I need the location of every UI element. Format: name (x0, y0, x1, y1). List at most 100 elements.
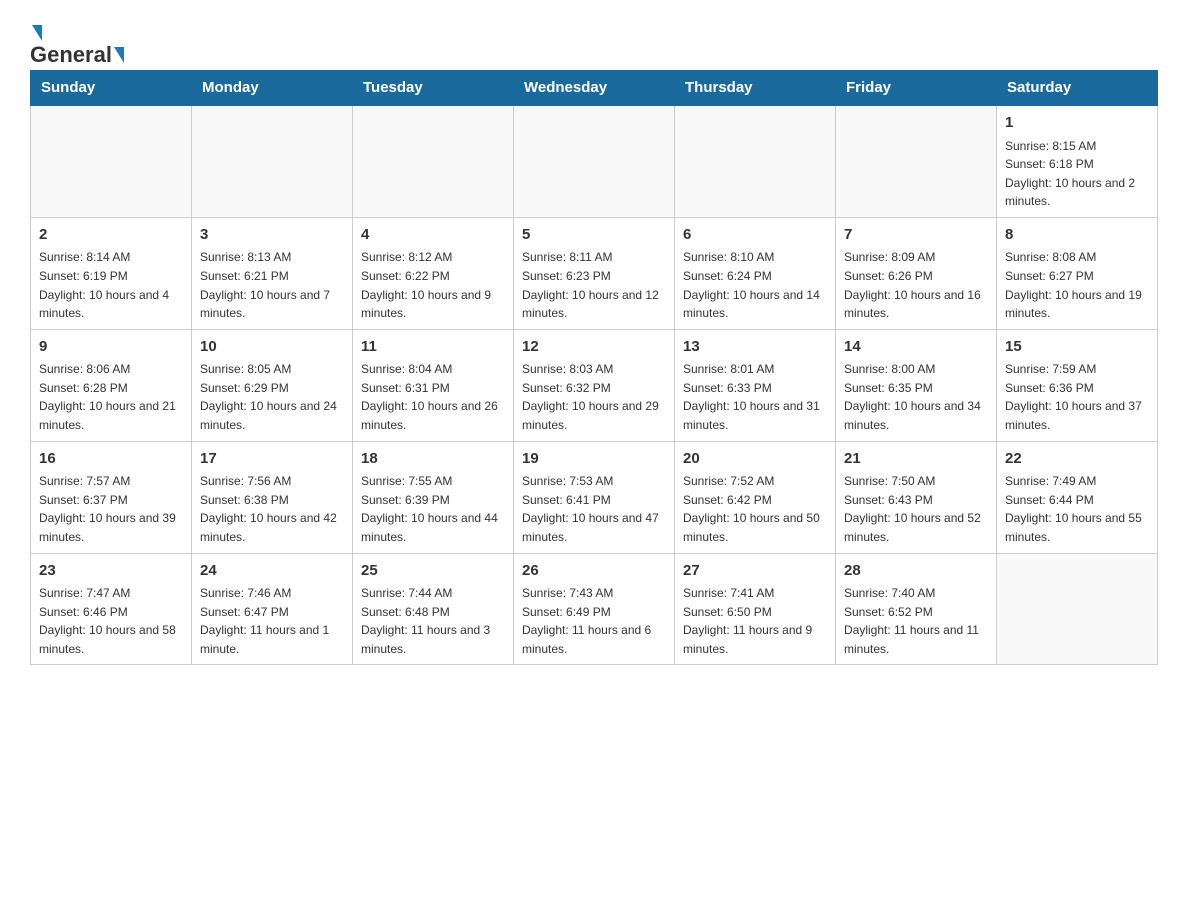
logo-general-bottom: General (30, 42, 112, 68)
day-number: 2 (39, 224, 183, 247)
logo: General (30, 20, 126, 60)
column-header-tuesday: Tuesday (353, 71, 514, 106)
day-info: Sunrise: 8:09 AMSunset: 6:26 PMDaylight:… (844, 248, 988, 322)
calendar-cell (675, 105, 836, 217)
day-number: 23 (39, 560, 183, 583)
day-number: 4 (361, 224, 505, 247)
calendar-cell: 18Sunrise: 7:55 AMSunset: 6:39 PMDayligh… (353, 441, 514, 553)
day-info: Sunrise: 8:01 AMSunset: 6:33 PMDaylight:… (683, 360, 827, 434)
calendar-cell: 11Sunrise: 8:04 AMSunset: 6:31 PMDayligh… (353, 329, 514, 441)
calendar-cell (514, 105, 675, 217)
day-number: 14 (844, 336, 988, 359)
calendar-cell: 21Sunrise: 7:50 AMSunset: 6:43 PMDayligh… (836, 441, 997, 553)
column-header-wednesday: Wednesday (514, 71, 675, 106)
day-number: 27 (683, 560, 827, 583)
day-number: 1 (1005, 112, 1149, 135)
day-number: 16 (39, 448, 183, 471)
day-info: Sunrise: 7:41 AMSunset: 6:50 PMDaylight:… (683, 584, 827, 658)
day-number: 12 (522, 336, 666, 359)
calendar-cell: 3Sunrise: 8:13 AMSunset: 6:21 PMDaylight… (192, 217, 353, 329)
calendar-cell (836, 105, 997, 217)
column-header-sunday: Sunday (31, 71, 192, 106)
day-number: 5 (522, 224, 666, 247)
calendar-header-row: SundayMondayTuesdayWednesdayThursdayFrid… (31, 71, 1158, 106)
calendar-cell: 10Sunrise: 8:05 AMSunset: 6:29 PMDayligh… (192, 329, 353, 441)
calendar-cell: 2Sunrise: 8:14 AMSunset: 6:19 PMDaylight… (31, 217, 192, 329)
day-number: 17 (200, 448, 344, 471)
day-number: 26 (522, 560, 666, 583)
calendar-cell: 22Sunrise: 7:49 AMSunset: 6:44 PMDayligh… (997, 441, 1158, 553)
calendar-cell (353, 105, 514, 217)
day-info: Sunrise: 7:57 AMSunset: 6:37 PMDaylight:… (39, 472, 183, 546)
column-header-thursday: Thursday (675, 71, 836, 106)
day-info: Sunrise: 7:59 AMSunset: 6:36 PMDaylight:… (1005, 360, 1149, 434)
calendar-cell (31, 105, 192, 217)
day-number: 15 (1005, 336, 1149, 359)
calendar-cell: 15Sunrise: 7:59 AMSunset: 6:36 PMDayligh… (997, 329, 1158, 441)
calendar-cell (997, 553, 1158, 665)
day-info: Sunrise: 8:00 AMSunset: 6:35 PMDaylight:… (844, 360, 988, 434)
day-info: Sunrise: 8:12 AMSunset: 6:22 PMDaylight:… (361, 248, 505, 322)
day-number: 3 (200, 224, 344, 247)
day-number: 13 (683, 336, 827, 359)
calendar-cell: 19Sunrise: 7:53 AMSunset: 6:41 PMDayligh… (514, 441, 675, 553)
day-info: Sunrise: 8:10 AMSunset: 6:24 PMDaylight:… (683, 248, 827, 322)
calendar-cell: 9Sunrise: 8:06 AMSunset: 6:28 PMDaylight… (31, 329, 192, 441)
calendar-cell: 14Sunrise: 8:00 AMSunset: 6:35 PMDayligh… (836, 329, 997, 441)
calendar-cell: 27Sunrise: 7:41 AMSunset: 6:50 PMDayligh… (675, 553, 836, 665)
calendar-cell: 16Sunrise: 7:57 AMSunset: 6:37 PMDayligh… (31, 441, 192, 553)
day-info: Sunrise: 7:55 AMSunset: 6:39 PMDaylight:… (361, 472, 505, 546)
column-header-saturday: Saturday (997, 71, 1158, 106)
day-info: Sunrise: 8:04 AMSunset: 6:31 PMDaylight:… (361, 360, 505, 434)
column-header-friday: Friday (836, 71, 997, 106)
calendar-week-1: 1Sunrise: 8:15 AMSunset: 6:18 PMDaylight… (31, 105, 1158, 217)
day-number: 6 (683, 224, 827, 247)
day-number: 8 (1005, 224, 1149, 247)
day-number: 25 (361, 560, 505, 583)
logo-triangle-icon (32, 25, 42, 41)
day-number: 10 (200, 336, 344, 359)
day-info: Sunrise: 7:52 AMSunset: 6:42 PMDaylight:… (683, 472, 827, 546)
calendar-week-5: 23Sunrise: 7:47 AMSunset: 6:46 PMDayligh… (31, 553, 1158, 665)
calendar-cell: 24Sunrise: 7:46 AMSunset: 6:47 PMDayligh… (192, 553, 353, 665)
day-info: Sunrise: 7:53 AMSunset: 6:41 PMDaylight:… (522, 472, 666, 546)
calendar-cell: 12Sunrise: 8:03 AMSunset: 6:32 PMDayligh… (514, 329, 675, 441)
day-info: Sunrise: 7:47 AMSunset: 6:46 PMDaylight:… (39, 584, 183, 658)
calendar-cell: 7Sunrise: 8:09 AMSunset: 6:26 PMDaylight… (836, 217, 997, 329)
calendar-cell: 1Sunrise: 8:15 AMSunset: 6:18 PMDaylight… (997, 105, 1158, 217)
day-number: 7 (844, 224, 988, 247)
calendar-table: SundayMondayTuesdayWednesdayThursdayFrid… (30, 70, 1158, 665)
day-info: Sunrise: 7:49 AMSunset: 6:44 PMDaylight:… (1005, 472, 1149, 546)
day-info: Sunrise: 8:08 AMSunset: 6:27 PMDaylight:… (1005, 248, 1149, 322)
calendar-cell: 13Sunrise: 8:01 AMSunset: 6:33 PMDayligh… (675, 329, 836, 441)
day-info: Sunrise: 8:03 AMSunset: 6:32 PMDaylight:… (522, 360, 666, 434)
calendar-week-2: 2Sunrise: 8:14 AMSunset: 6:19 PMDaylight… (31, 217, 1158, 329)
calendar-cell: 5Sunrise: 8:11 AMSunset: 6:23 PMDaylight… (514, 217, 675, 329)
day-info: Sunrise: 8:13 AMSunset: 6:21 PMDaylight:… (200, 248, 344, 322)
day-number: 11 (361, 336, 505, 359)
calendar-cell: 23Sunrise: 7:47 AMSunset: 6:46 PMDayligh… (31, 553, 192, 665)
calendar-cell: 25Sunrise: 7:44 AMSunset: 6:48 PMDayligh… (353, 553, 514, 665)
calendar-cell: 6Sunrise: 8:10 AMSunset: 6:24 PMDaylight… (675, 217, 836, 329)
day-info: Sunrise: 7:43 AMSunset: 6:49 PMDaylight:… (522, 584, 666, 658)
calendar-cell: 4Sunrise: 8:12 AMSunset: 6:22 PMDaylight… (353, 217, 514, 329)
day-number: 24 (200, 560, 344, 583)
day-info: Sunrise: 8:06 AMSunset: 6:28 PMDaylight:… (39, 360, 183, 434)
calendar-cell (192, 105, 353, 217)
column-header-monday: Monday (192, 71, 353, 106)
page-header: General (30, 20, 1158, 60)
calendar-cell: 28Sunrise: 7:40 AMSunset: 6:52 PMDayligh… (836, 553, 997, 665)
calendar-week-4: 16Sunrise: 7:57 AMSunset: 6:37 PMDayligh… (31, 441, 1158, 553)
day-info: Sunrise: 8:05 AMSunset: 6:29 PMDaylight:… (200, 360, 344, 434)
day-info: Sunrise: 7:50 AMSunset: 6:43 PMDaylight:… (844, 472, 988, 546)
calendar-cell: 20Sunrise: 7:52 AMSunset: 6:42 PMDayligh… (675, 441, 836, 553)
day-number: 22 (1005, 448, 1149, 471)
day-number: 19 (522, 448, 666, 471)
day-info: Sunrise: 7:40 AMSunset: 6:52 PMDaylight:… (844, 584, 988, 658)
day-info: Sunrise: 7:56 AMSunset: 6:38 PMDaylight:… (200, 472, 344, 546)
calendar-cell: 26Sunrise: 7:43 AMSunset: 6:49 PMDayligh… (514, 553, 675, 665)
calendar-cell: 17Sunrise: 7:56 AMSunset: 6:38 PMDayligh… (192, 441, 353, 553)
day-number: 20 (683, 448, 827, 471)
day-number: 18 (361, 448, 505, 471)
day-number: 9 (39, 336, 183, 359)
